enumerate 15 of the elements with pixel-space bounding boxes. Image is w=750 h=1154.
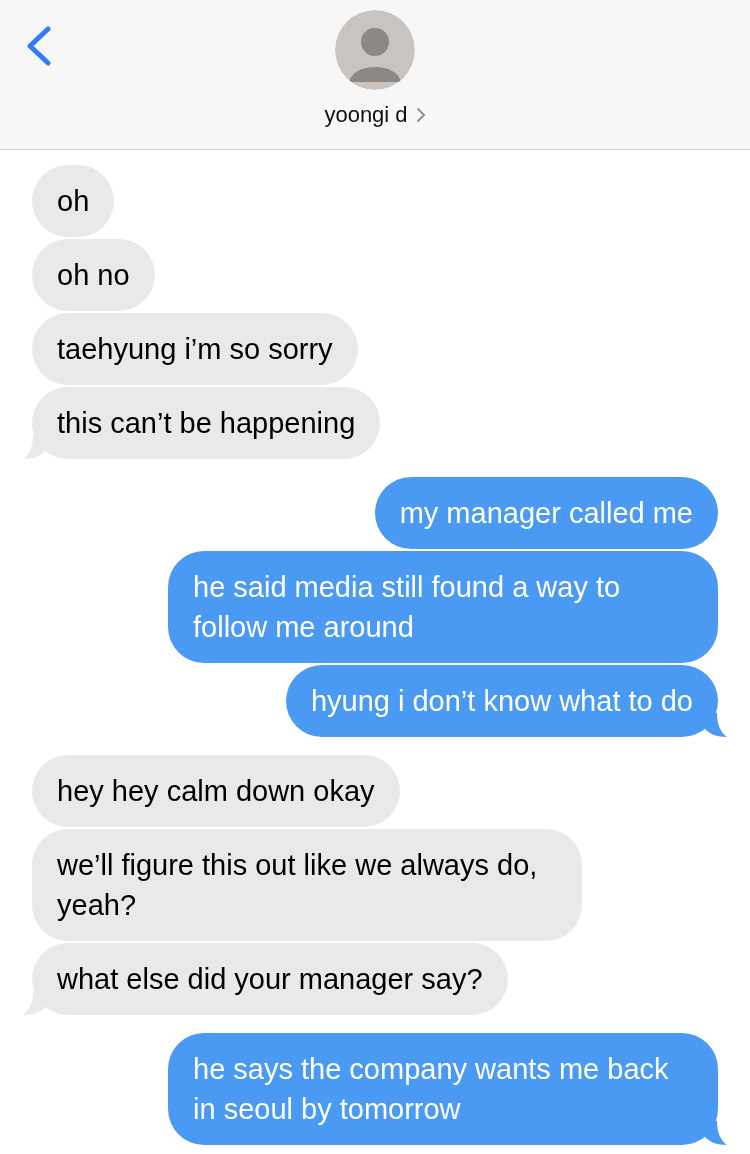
sent-message: hyung i don’t know what to do xyxy=(285,665,718,737)
received-message: hey hey calm down okay xyxy=(32,755,400,827)
back-icon[interactable] xyxy=(24,26,52,66)
avatar[interactable] xyxy=(335,10,415,90)
sent-message: my manager called me xyxy=(374,477,718,549)
received-message: taehyung i’m so sorry xyxy=(32,313,358,385)
received-message: oh xyxy=(32,165,115,237)
received-message: oh no xyxy=(32,239,155,311)
received-message: this can’t be happening xyxy=(32,387,381,459)
sent-message: he said media still found a way to follow me around xyxy=(168,551,718,663)
received-message: we’ll figure this out like we always do, yeah? xyxy=(32,829,582,941)
contact-name[interactable]: yoongi d xyxy=(324,98,408,131)
sent-message: he says the company wants me back in seoul by tomorrow xyxy=(168,1033,718,1145)
chevron-right-icon xyxy=(415,106,426,123)
received-message: what else did your manager say? xyxy=(32,943,508,1015)
